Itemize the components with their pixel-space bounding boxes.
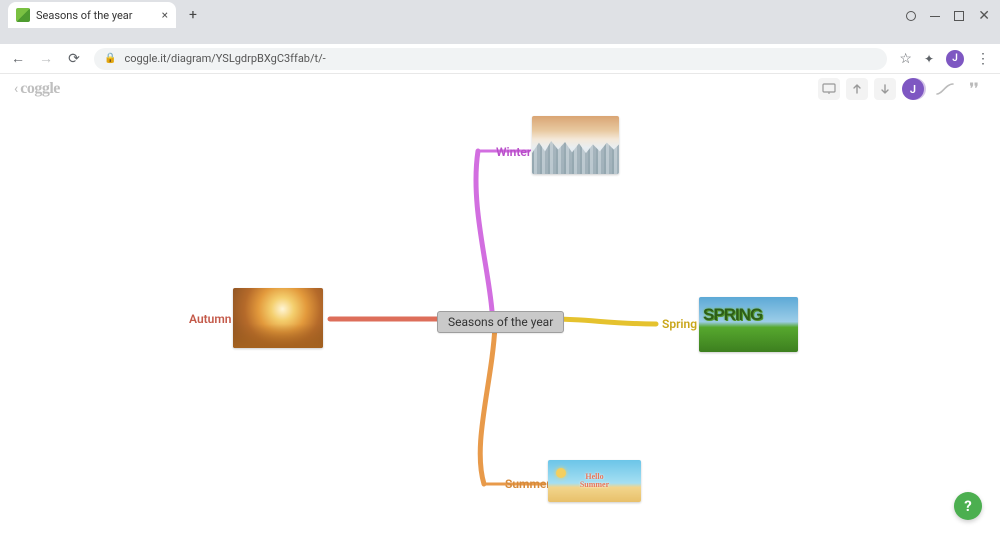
browser-nav-bar: ← → ⟳ 🔒 coggle.it/diagram/YSLgdrpBXgC3ff… xyxy=(0,44,1000,74)
toolbar: J ❜❜ xyxy=(818,78,986,100)
new-tab-button[interactable]: + xyxy=(182,4,204,26)
reload-icon[interactable]: ⟳ xyxy=(66,51,82,67)
browser-avatar[interactable]: J xyxy=(946,50,964,68)
window-controls: ✕ xyxy=(906,8,1000,28)
close-tab-icon[interactable]: × xyxy=(162,8,168,22)
node-label-winter[interactable]: Winter xyxy=(496,145,531,159)
user-avatar[interactable]: J xyxy=(902,78,924,100)
coggle-favicon xyxy=(16,8,30,22)
back-chevron-icon[interactable]: ‹ xyxy=(14,81,18,97)
url-text: coggle.it/diagram/YSLgdrpBXgC3ffab/t/- xyxy=(124,52,325,65)
node-image-spring[interactable]: SPRING xyxy=(699,297,798,352)
close-window-icon[interactable]: ✕ xyxy=(978,8,990,24)
comments-icon[interactable]: ❜❜ xyxy=(962,78,986,100)
forward-icon[interactable]: → xyxy=(38,50,54,67)
present-icon[interactable] xyxy=(818,78,840,100)
maximize-icon[interactable] xyxy=(954,11,964,21)
node-image-autumn[interactable] xyxy=(233,288,323,348)
lock-icon: 🔒 xyxy=(104,53,116,64)
tab-strip: Seasons of the year × + ✕ xyxy=(0,0,1000,28)
branch-style-icon[interactable] xyxy=(934,78,956,100)
mindmap-canvas[interactable]: Seasons of the year Winter Autumn Spring… xyxy=(0,104,1000,538)
back-icon[interactable]: ← xyxy=(10,50,26,67)
node-image-winter[interactable] xyxy=(532,116,619,174)
center-node[interactable]: Seasons of the year xyxy=(437,311,564,333)
node-label-autumn[interactable]: Autumn xyxy=(189,312,232,326)
extensions-icon[interactable]: ✦ xyxy=(924,52,934,66)
chrome-menu-icon[interactable]: ⋮ xyxy=(976,51,990,67)
download-icon[interactable] xyxy=(874,78,896,100)
coggle-logo[interactable]: coggle xyxy=(20,80,60,98)
url-bar[interactable]: 🔒 coggle.it/diagram/YSLgdrpBXgC3ffab/t/- xyxy=(94,48,887,70)
help-button[interactable]: ? xyxy=(954,492,982,520)
tab-title: Seasons of the year xyxy=(36,9,133,22)
upload-icon[interactable] xyxy=(846,78,868,100)
star-icon[interactable]: ☆ xyxy=(899,51,912,67)
node-image-summer[interactable]: HelloSummer xyxy=(548,460,641,502)
browser-chrome: Seasons of the year × + ✕ xyxy=(0,0,1000,44)
node-label-spring[interactable]: Spring xyxy=(662,317,697,331)
minimize-icon[interactable] xyxy=(930,16,940,17)
app-header: ‹ coggle J ❜❜ xyxy=(0,74,1000,104)
account-dot-icon[interactable] xyxy=(906,11,916,21)
browser-tab[interactable]: Seasons of the year × xyxy=(8,2,176,28)
node-label-summer[interactable]: Summer xyxy=(505,477,551,491)
